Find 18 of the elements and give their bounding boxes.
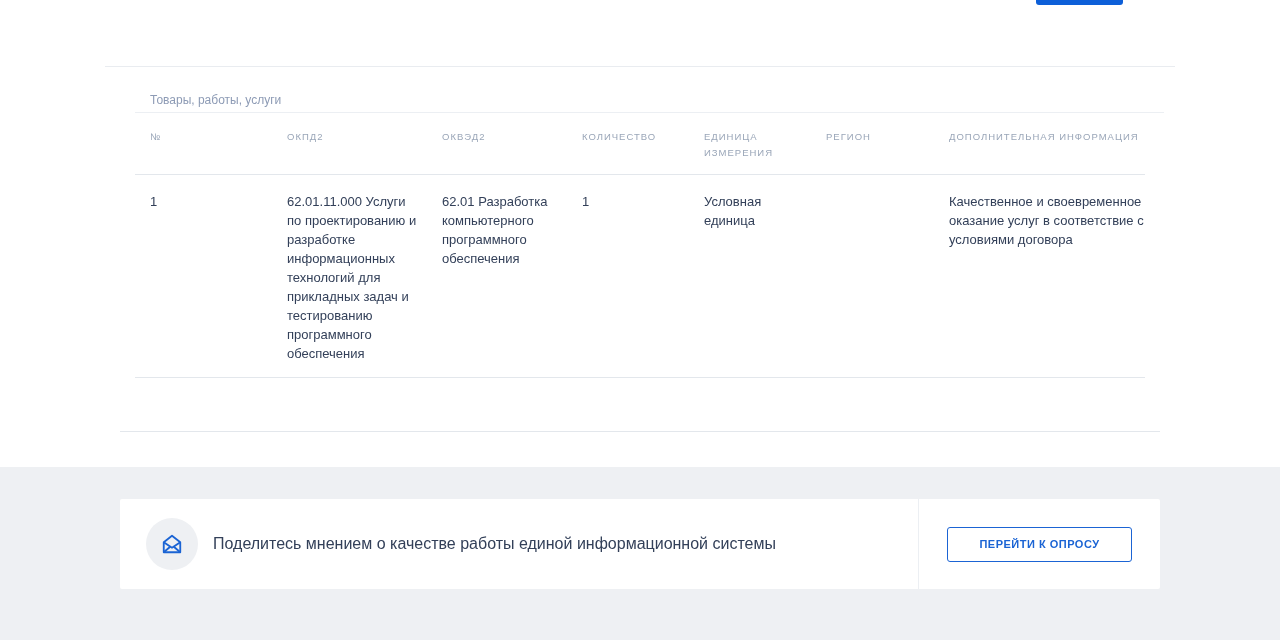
table-cell-text: Качественное и своевременное оказание услуг в соответствие с условиями договора (949, 193, 1145, 249)
column-header: РЕГИОН (825, 130, 872, 144)
mail-icon (161, 533, 183, 555)
survey-button[interactable]: ПЕРЕЙТИ К ОПРОСУ (947, 526, 1132, 562)
table-cell-text: 62.01.11.000 Услуги по проектированию и разработке информационных технологий для прикладных задач и тестированию программного обеспечения (287, 193, 417, 363)
column-header: ЕДИНИЦА ИЗМЕРЕНИЯ (703, 130, 775, 160)
table-cell-text: 1 (150, 193, 159, 211)
column-header: ДОПОЛНИТЕЛЬНАЯ ИНФОРМАЦИЯ (948, 130, 1140, 144)
section-title: Товары, работы, услуги (135, 91, 1164, 113)
table-cell-text: 62.01 Разработка компьютерного программного обеспечения (442, 193, 549, 268)
table-cell-text: 1 (582, 193, 591, 211)
survey-text: Поделитесь мнением о качестве работы единой информационной системы (213, 534, 776, 554)
button-edge[interactable] (1036, 0, 1123, 5)
column-header: КОЛИЧЕСТВО (581, 130, 658, 144)
column-header: № (149, 130, 163, 144)
column-header: ОКПД2 (286, 130, 325, 144)
column-header: ОКВЭД2 (441, 130, 487, 144)
table-cell-text: Условная единица (704, 193, 763, 230)
